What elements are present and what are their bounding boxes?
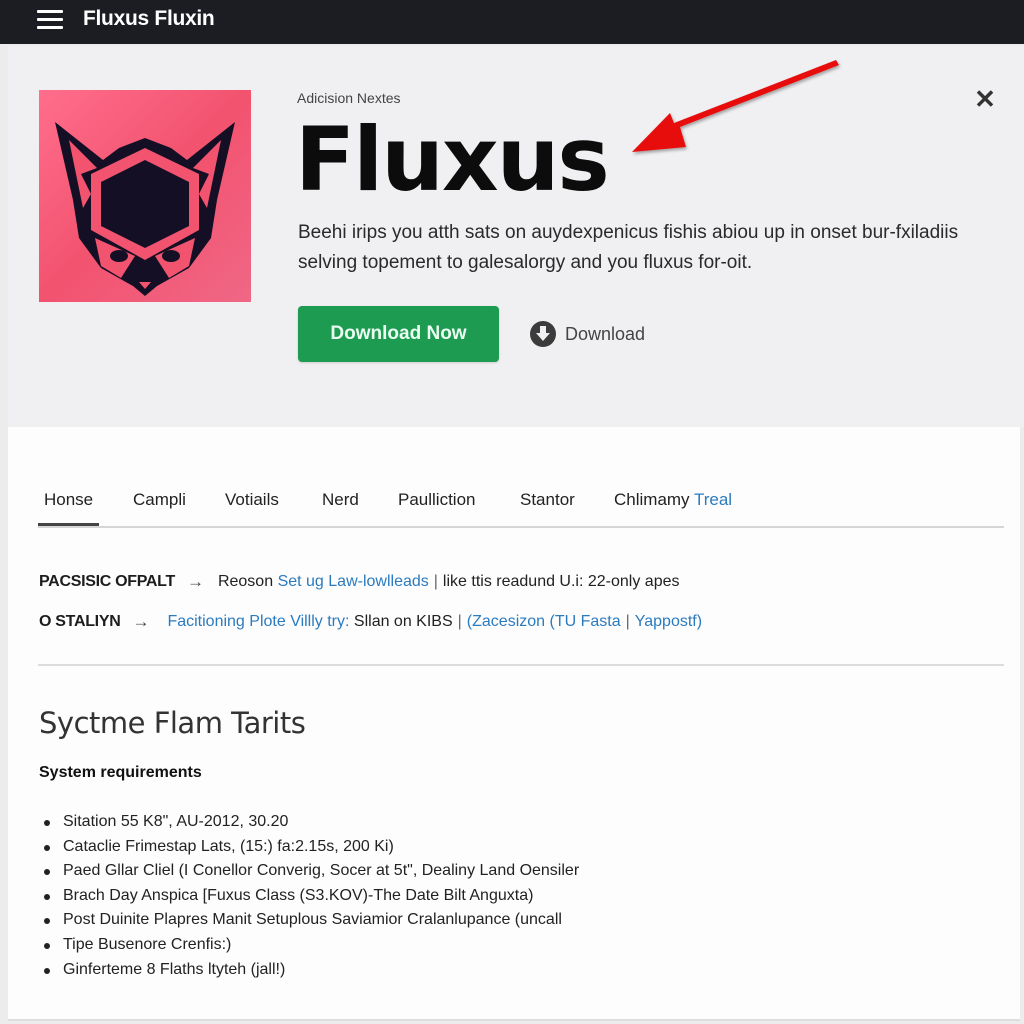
tab-campli[interactable]: Campli (133, 490, 186, 524)
setup-link[interactable]: Set ug Law-lowlleads (278, 573, 429, 591)
tab-nerd[interactable]: Nerd (322, 490, 359, 524)
product-description: Beehi irips you atth sats on auydexpenic… (298, 222, 959, 273)
publisher-name: Adicision Nextes (297, 90, 401, 106)
tab-chlimamy-treal[interactable]: Chlimamy Treal (614, 490, 732, 524)
section-divider (38, 664, 1004, 666)
tab-votiails[interactable]: Votiails (225, 490, 279, 524)
yappostf-link[interactable]: Yappostf) (635, 613, 702, 631)
list-item: Brach Day Anspica [Fuxus Class (S3.KOV)-… (44, 884, 579, 909)
info-prefix: Reoson (217, 573, 274, 590)
list-item: Tipe Busenore Crenfis:) (44, 933, 579, 958)
list-item: Cataclie Frimestap Lats, (15:) fa:2.15s,… (44, 835, 579, 860)
top-bar: Fluxus Fluxin (0, 0, 1024, 44)
tab-chlimamy-label: Chlimamy (614, 490, 690, 509)
list-item: Sitation 55 K8", AU-2012, 30.20 (44, 810, 579, 835)
info-row-2: O STALIYN → Facitioning Plote Villly try… (39, 612, 702, 632)
facitioning-link[interactable]: Facitioning Plote Villly try: (167, 613, 349, 631)
tab-honse[interactable]: Honse (37, 490, 100, 526)
list-item: Ginferteme 8 Flaths ltyteh (jall!) (44, 958, 579, 983)
app-title: Fluxus Fluxin (83, 7, 215, 30)
fox-mask-logo-icon (55, 122, 235, 296)
download-button[interactable]: Download (530, 318, 645, 350)
list-item: Paed Gllar Cliel (I Conellor Converig, S… (44, 859, 579, 884)
download-circle-icon (530, 321, 556, 347)
app-logo (39, 90, 251, 302)
separator: | (433, 573, 438, 590)
info-suffix: like ttis readund U.i: 22-only apes (442, 573, 680, 590)
section-title: Syctme Flam Tarits (39, 706, 306, 740)
info-row-label: O STALIYN (39, 613, 121, 630)
info-row-1: PACSISIC OFPALT → Reoson Set ug Law-lowl… (39, 572, 680, 592)
info-row-label: PACSISIC OFPALT (39, 573, 175, 590)
hamburger-menu-icon[interactable] (37, 10, 63, 30)
separator: | (625, 613, 630, 630)
zacesizon-link[interactable]: (Zacesizon (TU Fasta (467, 613, 621, 631)
system-requirements-heading: System requirements (39, 764, 202, 781)
close-icon[interactable]: ✕ (973, 86, 997, 112)
tab-stantor[interactable]: Stantor (520, 490, 575, 524)
tab-paulliction[interactable]: Paulliction (398, 490, 476, 524)
info-middle: Sllan on KIBS (353, 613, 453, 630)
arrow-right-icon: → (186, 572, 204, 591)
download-now-button[interactable]: Download Now (298, 306, 499, 362)
separator: | (457, 613, 462, 630)
tab-treal-accent: Treal (693, 490, 733, 509)
tab-bar: Honse Campli Votiails Nerd Paulliction S… (37, 484, 1004, 528)
arrow-right-icon: → (132, 612, 150, 631)
list-item: Post Duinite Plapres Manit Setuplous Sav… (44, 908, 579, 933)
product-title: Fluxus (295, 108, 610, 211)
download-button-label: Download (565, 323, 646, 344)
requirements-list: Sitation 55 K8", AU-2012, 30.20 Cataclie… (44, 810, 579, 982)
